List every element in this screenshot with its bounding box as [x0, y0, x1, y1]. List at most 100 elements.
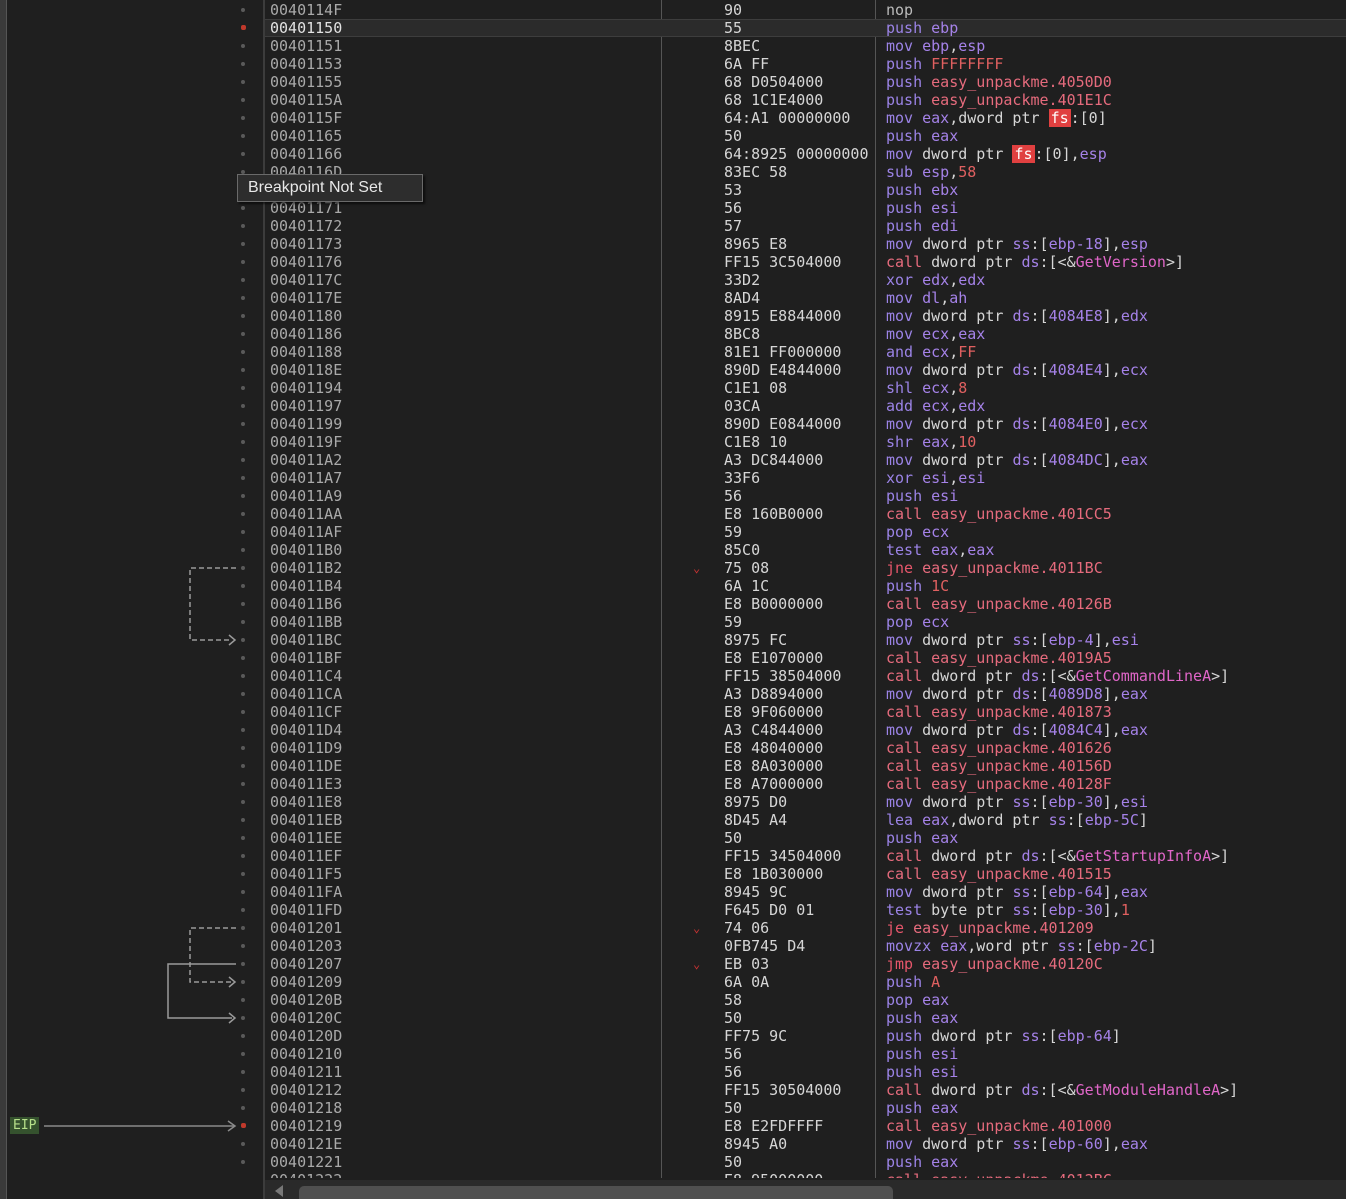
- address-cell[interactable]: 00401151: [270, 37, 342, 55]
- disassembly-cell[interactable]: pop ecx: [886, 523, 949, 541]
- address-cell[interactable]: 00401203: [270, 937, 342, 955]
- disassembly-cell[interactable]: mov dword ptr ds:[4084E8],edx: [886, 307, 1148, 325]
- bytes-cell[interactable]: 8975 D0: [724, 793, 787, 811]
- address-cell[interactable]: 0040114F: [270, 1, 342, 19]
- disassembly-cell[interactable]: push A: [886, 973, 940, 991]
- disassembly-cell[interactable]: call easy_unpackme.4012BC: [886, 1171, 1112, 1178]
- address-cell[interactable]: 004011CF: [270, 703, 342, 721]
- disassembly-cell[interactable]: call easy_unpackme.401CC5: [886, 505, 1112, 523]
- disassembly-cell[interactable]: jmp easy_unpackme.40120C: [886, 955, 1103, 973]
- disassembly-cell[interactable]: nop: [886, 1, 913, 19]
- disassembly-cell[interactable]: xor esi,esi: [886, 469, 985, 487]
- bytes-cell[interactable]: E8 A7000000: [724, 775, 823, 793]
- bytes-cell[interactable]: 68 1C1E4000: [724, 91, 823, 109]
- disassembly-cell[interactable]: test byte ptr ss:[ebp-30],1: [886, 901, 1130, 919]
- disassembly-cell[interactable]: call dword ptr ds:[<&GetModuleHandleA>]: [886, 1081, 1238, 1099]
- bytes-cell[interactable]: 8965 E8: [724, 235, 787, 253]
- disassembly-cell[interactable]: mov dword ptr ss:[ebp-60],eax: [886, 1135, 1148, 1153]
- disassembly-cell[interactable]: call dword ptr ds:[<&GetCommandLineA>]: [886, 667, 1229, 685]
- disassembly-cell[interactable]: pop ecx: [886, 613, 949, 631]
- bytes-cell[interactable]: 59: [724, 613, 742, 631]
- address-cell[interactable]: 00401150: [270, 19, 342, 37]
- bytes-cell[interactable]: 68 D0504000: [724, 73, 823, 91]
- bytes-cell[interactable]: 8915 E8844000: [724, 307, 841, 325]
- address-cell[interactable]: 004011A7: [270, 469, 342, 487]
- disassembly-cell[interactable]: mov eax,dword ptr fs:[0]: [886, 109, 1107, 127]
- bytes-cell[interactable]: E8 B0000000: [724, 595, 823, 613]
- disassembly-cell[interactable]: call dword ptr ds:[<&GetVersion>]: [886, 253, 1184, 271]
- disassembly-cell[interactable]: call easy_unpackme.401873: [886, 703, 1112, 721]
- address-cell[interactable]: 00401166: [270, 145, 342, 163]
- disassembly-cell[interactable]: call dword ptr ds:[<&GetStartupInfoA>]: [886, 847, 1229, 865]
- address-cell[interactable]: 00401201: [270, 919, 342, 937]
- disassembly-cell[interactable]: push edi: [886, 217, 958, 235]
- address-cell[interactable]: 004011AF: [270, 523, 342, 541]
- disassembly-cell[interactable]: call easy_unpackme.4019A5: [886, 649, 1112, 667]
- bytes-cell[interactable]: 74 06: [724, 919, 769, 937]
- bytes-cell[interactable]: 8945 9C: [724, 883, 787, 901]
- address-cell[interactable]: 00401176: [270, 253, 342, 271]
- disassembly-cell[interactable]: call easy_unpackme.40126B: [886, 595, 1112, 613]
- address-cell[interactable]: 00401209: [270, 973, 342, 991]
- disassembly-cell[interactable]: mov dword ptr ss:[ebp-64],eax: [886, 883, 1148, 901]
- scroll-left-icon[interactable]: [275, 1185, 283, 1197]
- bytes-cell[interactable]: EB 03: [724, 955, 769, 973]
- bytes-cell[interactable]: E8 E1070000: [724, 649, 823, 667]
- disassembly-cell[interactable]: shl ecx,8: [886, 379, 967, 397]
- bytes-cell[interactable]: FF15 30504000: [724, 1081, 841, 1099]
- disassembly-cell[interactable]: lea eax,dword ptr ss:[ebp-5C]: [886, 811, 1148, 829]
- bytes-cell[interactable]: 6A FF: [724, 55, 769, 73]
- disassembly-cell[interactable]: mov dword ptr fs:[0],esp: [886, 145, 1107, 163]
- disassembly-cell[interactable]: push eax: [886, 127, 958, 145]
- disassembly-cell[interactable]: push 1C: [886, 577, 949, 595]
- disassembly-cell[interactable]: mov dword ptr ds:[4084DC],eax: [886, 451, 1148, 469]
- disassembly-cell[interactable]: call easy_unpackme.401626: [886, 739, 1112, 757]
- address-cell[interactable]: 004011A9: [270, 487, 342, 505]
- address-cell[interactable]: 004011D4: [270, 721, 342, 739]
- bytes-cell[interactable]: 56: [724, 1045, 742, 1063]
- address-cell[interactable]: 00401221: [270, 1153, 342, 1171]
- address-cell[interactable]: 0040115A: [270, 91, 342, 109]
- address-cell[interactable]: 00401207: [270, 955, 342, 973]
- disassembly-cell[interactable]: mov ecx,eax: [886, 325, 985, 343]
- address-cell[interactable]: 00401199: [270, 415, 342, 433]
- address-cell[interactable]: 00401194: [270, 379, 342, 397]
- bytes-cell[interactable]: 64:8925 00000000: [724, 145, 869, 163]
- address-cell[interactable]: 004011BF: [270, 649, 342, 667]
- disassembly-cell[interactable]: push easy_unpackme.401E1C: [886, 91, 1112, 109]
- bytes-cell[interactable]: 81E1 FF000000: [724, 343, 841, 361]
- address-cell[interactable]: 004011DE: [270, 757, 342, 775]
- bytes-cell[interactable]: E8 48040000: [724, 739, 823, 757]
- address-cell[interactable]: 00401153: [270, 55, 342, 73]
- bytes-cell[interactable]: 6A 1C: [724, 577, 769, 595]
- disassembly-cell[interactable]: push eax: [886, 1009, 958, 1027]
- bytes-cell[interactable]: 55: [724, 19, 742, 37]
- bytes-cell[interactable]: 83EC 58: [724, 163, 787, 181]
- disassembly-cell[interactable]: mov dl,ah: [886, 289, 967, 307]
- disassembly-cell[interactable]: push FFFFFFFF: [886, 55, 1003, 73]
- address-cell[interactable]: 004011BB: [270, 613, 342, 631]
- address-cell[interactable]: 00401211: [270, 1063, 342, 1081]
- address-cell[interactable]: 00401219: [270, 1117, 342, 1135]
- disassembly-cell[interactable]: push eax: [886, 1099, 958, 1117]
- address-cell[interactable]: 004011E3: [270, 775, 342, 793]
- address-cell[interactable]: 00401173: [270, 235, 342, 253]
- disassembly-cell[interactable]: movzx eax,word ptr ss:[ebp-2C]: [886, 937, 1157, 955]
- disassembly-cell[interactable]: mov dword ptr ds:[4084E0],ecx: [886, 415, 1148, 433]
- bytes-cell[interactable]: 85C0: [724, 541, 760, 559]
- address-cell[interactable]: 004011F5: [270, 865, 342, 883]
- address-cell[interactable]: 0040120D: [270, 1027, 342, 1045]
- bytes-cell[interactable]: 890D E4844000: [724, 361, 841, 379]
- disassembly-cell[interactable]: mov dword ptr ds:[4084C4],eax: [886, 721, 1148, 739]
- bytes-cell[interactable]: 890D E0844000: [724, 415, 841, 433]
- address-cell[interactable]: 004011FA: [270, 883, 342, 901]
- bytes-cell[interactable]: 56: [724, 199, 742, 217]
- disassembly-cell[interactable]: add ecx,edx: [886, 397, 985, 415]
- bytes-cell[interactable]: 56: [724, 1063, 742, 1081]
- bytes-cell[interactable]: 59: [724, 523, 742, 541]
- disassembly-cell[interactable]: jne easy_unpackme.4011BC: [886, 559, 1103, 577]
- address-cell[interactable]: 0040117C: [270, 271, 342, 289]
- bytes-cell[interactable]: FF75 9C: [724, 1027, 787, 1045]
- address-cell[interactable]: 0040120B: [270, 991, 342, 1009]
- address-cell[interactable]: 0040121E: [270, 1135, 342, 1153]
